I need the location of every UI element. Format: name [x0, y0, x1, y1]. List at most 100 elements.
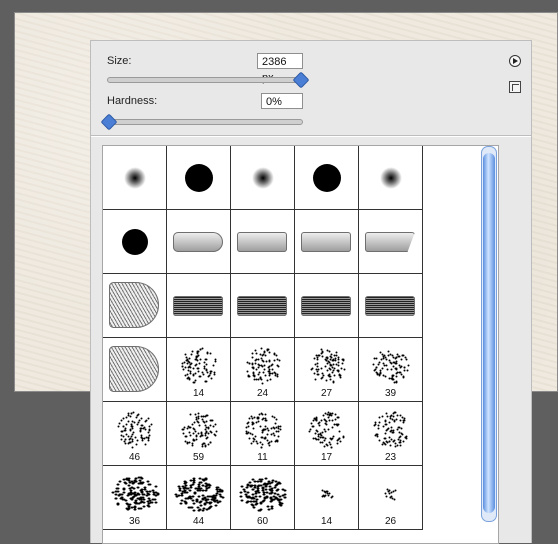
brush-size-label: 27 [320, 388, 333, 399]
flyout-menu-icon[interactable] [509, 55, 521, 67]
brush-grid-scrollbar[interactable] [481, 146, 497, 522]
brush-dot [264, 374, 267, 377]
brush-dot [334, 357, 337, 360]
brush-dot [195, 363, 198, 366]
brush-dot [186, 362, 189, 365]
brush-dot [262, 371, 265, 374]
brush-dot [198, 362, 201, 365]
brush-dot [326, 490, 329, 493]
brush-dot [114, 493, 118, 496]
brush-preset-cell[interactable]: 11 [231, 402, 295, 466]
brush-dot [334, 413, 337, 416]
brush-dot [335, 363, 338, 366]
brush-preset-cell[interactable]: 17 [295, 402, 359, 466]
brush-dot [194, 413, 197, 416]
spray-brush-icon [181, 412, 218, 448]
size-value-field[interactable]: 2386 px [257, 53, 303, 84]
brush-preset-cell[interactable]: 24 [231, 338, 295, 402]
brush-preset-cell[interactable] [359, 210, 423, 274]
new-preset-icon[interactable] [509, 81, 521, 93]
brush-dot [264, 485, 268, 488]
brush-preset-cell[interactable]: 39 [359, 338, 423, 402]
brush-dot [271, 363, 274, 366]
brush-dot [183, 361, 186, 364]
brush-dot [379, 371, 382, 374]
brush-dot [132, 487, 136, 490]
brush-preset-cell[interactable]: 44 [167, 466, 231, 530]
brush-dot [122, 491, 126, 494]
brush-dot [336, 442, 338, 445]
brush-preset-cell[interactable]: 14 [295, 466, 359, 530]
brush-dot [251, 356, 254, 359]
brush-dot [327, 416, 330, 419]
brush-preset-cell[interactable] [167, 210, 231, 274]
brush-preset-grid[interactable]: 14 24 27 39 46 59 11 17 23 36 44 60 14 26 [102, 145, 499, 544]
brush-preset-cell[interactable] [167, 274, 231, 338]
chalk-brush-icon [174, 477, 225, 512]
brush-dot [240, 485, 244, 488]
brush-preset-cell[interactable] [359, 274, 423, 338]
brush-dot [275, 354, 278, 357]
brush-preset-cell[interactable] [231, 146, 295, 210]
brush-dot [310, 422, 313, 425]
brush-preset-cell[interactable]: 23 [359, 402, 423, 466]
brush-dot [197, 495, 201, 498]
brush-dot [260, 347, 263, 350]
brush-dot [203, 497, 207, 500]
brush-dot [257, 358, 260, 361]
brush-dot [197, 367, 200, 370]
brush-dot [251, 433, 254, 436]
brush-dot [143, 486, 147, 489]
brush-dot [268, 359, 271, 362]
brush-preset-cell[interactable]: 27 [295, 338, 359, 402]
brush-dot [259, 508, 263, 511]
hardness-slider-track[interactable] [100, 113, 303, 131]
brush-preset-cell[interactable] [167, 146, 231, 210]
brush-dot [221, 496, 225, 499]
bristle-brush-icon [237, 296, 287, 316]
brush-dot [203, 361, 206, 364]
brush-grid-scroll-thumb[interactable] [483, 153, 495, 513]
brush-dot [390, 368, 393, 371]
brush-dot [180, 494, 184, 497]
brush-preset-cell[interactable]: 46 [103, 402, 167, 466]
brush-preset-cell[interactable] [103, 274, 167, 338]
brush-dot [395, 372, 398, 375]
brush-preset-cell[interactable]: 14 [167, 338, 231, 402]
brush-dot [395, 381, 398, 384]
brush-preset-cell[interactable]: 60 [231, 466, 295, 530]
brush-preset-cell[interactable] [295, 274, 359, 338]
brush-preset-cell[interactable] [295, 146, 359, 210]
brush-dot [198, 481, 202, 484]
brush-preset-cell[interactable] [359, 146, 423, 210]
brush-dot [206, 436, 209, 439]
brush-preset-cell[interactable]: 26 [359, 466, 423, 530]
brush-dot [327, 494, 330, 497]
size-slider-track[interactable] [107, 71, 310, 89]
brush-dot [389, 496, 392, 499]
brush-dot [279, 425, 282, 428]
brush-preset-cell[interactable] [103, 146, 167, 210]
brush-dot [195, 438, 198, 441]
brush-dot [117, 425, 120, 428]
brush-dot [377, 424, 380, 427]
brush-preset-cell[interactable]: 59 [167, 402, 231, 466]
brush-dot [397, 355, 400, 358]
brush-preset-cell[interactable] [231, 274, 295, 338]
brush-dot [384, 420, 387, 423]
brush-dot [381, 443, 384, 446]
brush-preset-cell[interactable] [103, 338, 167, 402]
brush-dot [407, 364, 410, 367]
brush-dot [329, 375, 332, 378]
brush-preset-cell[interactable] [103, 210, 167, 274]
brush-dot [316, 365, 319, 368]
brush-dot [273, 434, 276, 437]
brush-preset-cell[interactable] [231, 210, 295, 274]
hardness-value-field[interactable]: 0% [261, 93, 303, 109]
brush-dot [259, 353, 262, 356]
brush-dot [405, 437, 408, 440]
brush-dot [276, 358, 279, 361]
brush-dot [187, 425, 190, 428]
brush-preset-cell[interactable]: 36 [103, 466, 167, 530]
brush-preset-cell[interactable] [295, 210, 359, 274]
